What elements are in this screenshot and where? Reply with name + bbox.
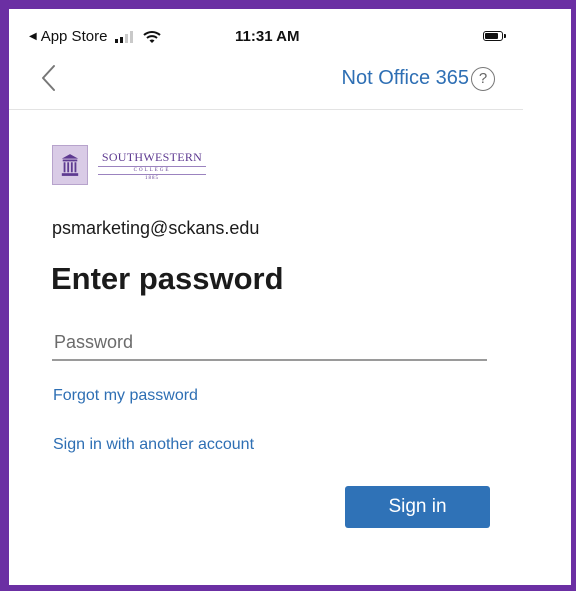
- battery-icon: [483, 31, 506, 41]
- wordmark-rule: [98, 165, 206, 167]
- login-screen: ◀ App Store 11:31 AM Not Office 365 ? SO…: [9, 9, 571, 585]
- chevron-left-icon[interactable]: [37, 63, 63, 93]
- back-app-label[interactable]: App Store: [41, 28, 108, 45]
- wifi-icon: [143, 30, 162, 43]
- forgot-password-link[interactable]: Forgot my password: [53, 387, 198, 405]
- back-triangle-icon[interactable]: ◀: [29, 31, 37, 42]
- cellular-signal-icon: [115, 30, 134, 43]
- help-icon[interactable]: ?: [471, 67, 495, 91]
- sign-in-another-account-link[interactable]: Sign in with another account: [53, 436, 254, 454]
- password-field[interactable]: [52, 325, 487, 361]
- status-time: 11:31 AM: [235, 28, 300, 45]
- college-subtitle: COLLEGE: [133, 167, 171, 173]
- building-icon: [52, 145, 88, 185]
- college-year: 1885: [145, 175, 159, 181]
- sign-in-button[interactable]: Sign in: [345, 486, 490, 528]
- college-logo: SOUTHWESTERN COLLEGE 1885: [52, 145, 206, 185]
- college-name: SOUTHWESTERN: [101, 149, 203, 164]
- college-wordmark: SOUTHWESTERN COLLEGE 1885: [98, 150, 206, 181]
- account-email: psmarketing@sckans.edu: [52, 218, 260, 238]
- status-bar: ◀ App Store 11:31 AM: [9, 9, 571, 57]
- wordmark-rule-2: [98, 173, 206, 175]
- nav-bar: Not Office 365 ?: [9, 57, 523, 110]
- not-office-365-link[interactable]: Not Office 365: [342, 67, 469, 90]
- status-left: ◀ App Store: [29, 28, 162, 45]
- page-title: Enter password: [51, 261, 284, 296]
